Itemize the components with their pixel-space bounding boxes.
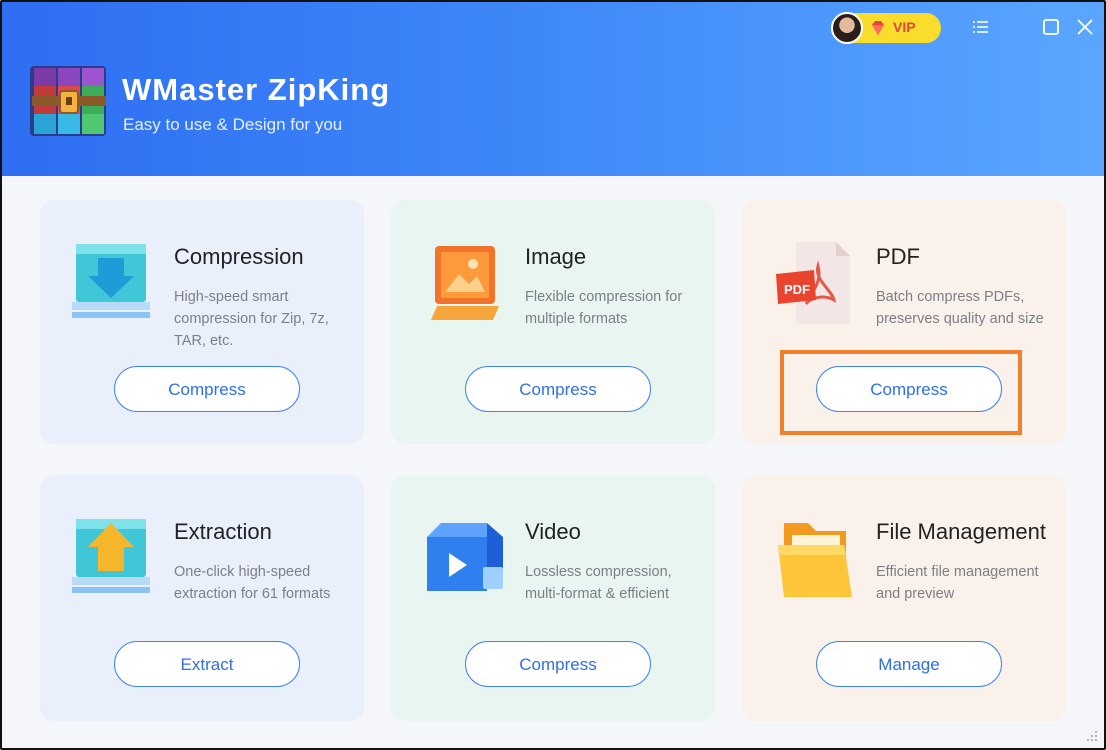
menu-icon[interactable] bbox=[970, 16, 992, 38]
compress-button[interactable]: Compress bbox=[114, 366, 300, 412]
manage-button[interactable]: Manage bbox=[816, 641, 1002, 687]
image-frame-icon bbox=[431, 246, 499, 320]
resize-grip-icon[interactable] bbox=[1084, 728, 1098, 742]
svg-text:PDF: PDF bbox=[784, 282, 810, 297]
video-camera-icon bbox=[427, 523, 503, 591]
card-title: Image bbox=[525, 244, 587, 269]
header-banner: WMaster ZipKing Easy to use & Design for… bbox=[2, 2, 1104, 176]
card-compression: Compression High-speed smart compression… bbox=[40, 200, 364, 444]
close-icon[interactable] bbox=[1074, 16, 1096, 38]
card-image: Image Flexible compression for multiple … bbox=[391, 200, 715, 444]
compress-button[interactable]: Compress bbox=[816, 366, 1002, 412]
app-window: WMaster ZipKing Easy to use & Design for… bbox=[0, 0, 1106, 750]
vip-badge[interactable]: VIP bbox=[831, 12, 941, 44]
card-title: Compression bbox=[174, 244, 304, 269]
card-description: Lossless compression, multi-format & eff… bbox=[525, 564, 672, 602]
compress-button[interactable]: Compress bbox=[465, 641, 651, 687]
app-subtitle: Easy to use & Design for you bbox=[123, 115, 343, 134]
card-description: Efficient file management and preview bbox=[876, 564, 1039, 602]
extraction-tray-icon bbox=[72, 519, 150, 593]
maximize-icon[interactable] bbox=[1040, 16, 1062, 38]
card-description: One-click high-speed extraction for 61 f… bbox=[174, 564, 331, 602]
extract-button[interactable]: Extract bbox=[114, 641, 300, 687]
pdf-file-icon: PDF bbox=[776, 242, 850, 324]
card-title: Video bbox=[525, 519, 581, 544]
card-video: Video Lossless compression, multi-format… bbox=[391, 475, 715, 721]
compression-tray-icon bbox=[72, 244, 150, 318]
card-title: PDF bbox=[876, 244, 920, 269]
avatar[interactable] bbox=[831, 12, 863, 44]
card-pdf: PDF PDF Batch compress PDFs, preserves q… bbox=[742, 200, 1066, 444]
folder-icon bbox=[778, 523, 852, 597]
card-title: File Management bbox=[876, 519, 1046, 544]
card-extraction: Extraction One-click high-speed extracti… bbox=[40, 475, 364, 721]
vip-label: VIP bbox=[893, 19, 916, 35]
compress-button[interactable]: Compress bbox=[465, 366, 651, 412]
card-title: Extraction bbox=[174, 519, 272, 544]
app-title: WMaster ZipKing bbox=[122, 72, 391, 107]
card-description: Flexible compression for multiple format… bbox=[525, 289, 683, 327]
card-file-management: File Management Efficient file managemen… bbox=[742, 475, 1066, 721]
card-description: Batch compress PDFs, preserves quality a… bbox=[876, 289, 1044, 327]
winrar-books-logo-icon bbox=[30, 66, 106, 136]
card-description: High-speed smart compression for Zip, 7z… bbox=[174, 289, 329, 349]
diamond-icon bbox=[872, 21, 884, 35]
